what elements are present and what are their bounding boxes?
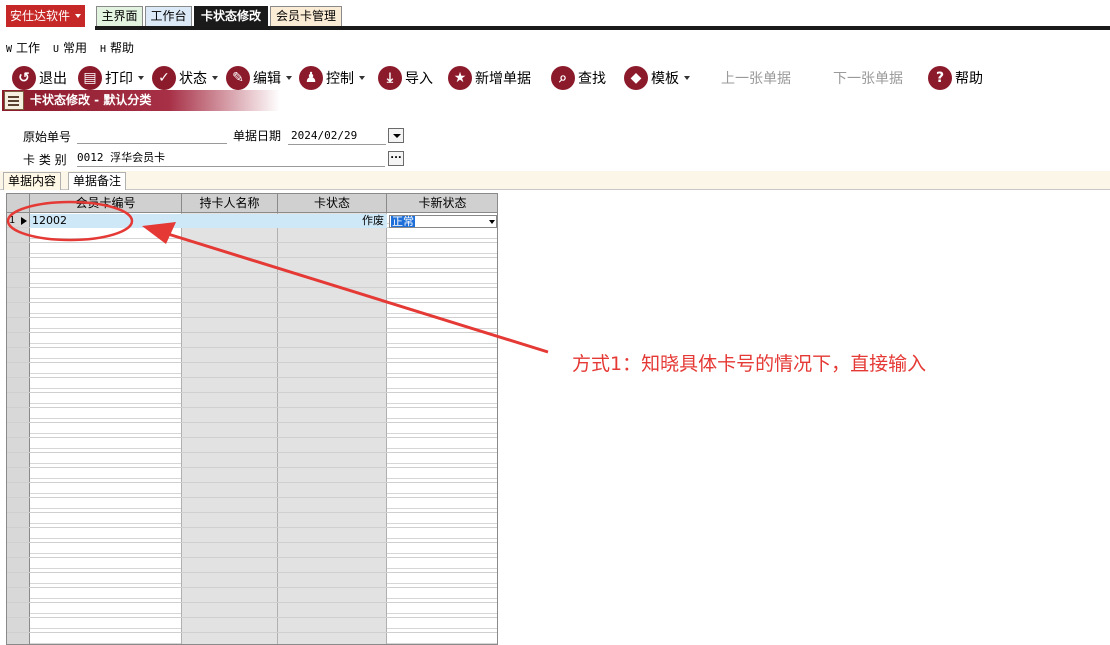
pencil-icon: ✎ (226, 66, 250, 90)
menu-item-label: 常用 (63, 41, 88, 55)
tab-label: 单据备注 (73, 174, 122, 188)
tab-member-card-management[interactable]: 会员卡管理 (270, 6, 342, 27)
tab-workbench[interactable]: 工作台 (145, 6, 192, 27)
tab-label: 工作台 (150, 9, 187, 23)
header-card-no[interactable]: 会员卡编号 (30, 194, 182, 213)
search-icon: ⌕ (551, 66, 575, 90)
star-icon: ★ (448, 66, 472, 90)
row-gridlines (7, 213, 497, 644)
header-new-status[interactable]: 卡新状态 (387, 194, 497, 213)
menu-shortcut-key: U (53, 44, 60, 55)
exit-icon: ↺ (12, 66, 36, 90)
print-label: 打印 (105, 71, 133, 87)
sub-tab-bar: 单据内容 单据备注 (0, 171, 1110, 190)
find-label: 查找 (578, 71, 606, 87)
brand-label: 安仕达软件 (10, 9, 71, 23)
import-icon: ⤓ (378, 66, 402, 90)
brand-menu[interactable]: 安仕达软件 (6, 5, 85, 27)
exit-button[interactable]: ↺ 退出 (12, 64, 67, 92)
menu-shortcut-key: H (100, 44, 107, 55)
new-document-label: 新增单据 (475, 71, 531, 87)
edit-label: 编辑 (253, 71, 281, 87)
page-title: 卡状态修改 - 默认分类 (30, 93, 152, 107)
status-button[interactable]: ✓ 状态 (152, 64, 218, 92)
annotation-text: 方式1：知晓具体卡号的情况下，直接输入 (572, 353, 927, 375)
tab-card-status-edit[interactable]: 卡状态修改 (194, 6, 268, 27)
exit-label: 退出 (39, 71, 67, 87)
eraser-icon: ◆ (624, 66, 648, 90)
tab-label: 主界面 (101, 9, 138, 23)
tab-main[interactable]: 主界面 (96, 6, 143, 27)
menu-item-common[interactable]: U 常用 (53, 39, 87, 56)
row-number: 1 (9, 215, 16, 226)
document-date-label: 单据日期 (233, 129, 282, 143)
edit-button[interactable]: ✎ 编辑 (226, 64, 292, 92)
cell-card-no[interactable]: 12002 (32, 214, 182, 228)
help-label: 帮助 (955, 71, 983, 87)
status-label: 状态 (179, 71, 207, 87)
menu-item-work[interactable]: W 工作 (6, 39, 40, 56)
chevron-down-icon (286, 76, 292, 80)
cell-status: 作废 (362, 214, 384, 227)
prev-document-button[interactable]: 上一张单据 (721, 64, 791, 92)
card-type-field[interactable]: 0012 浮华会员卡 (77, 150, 385, 167)
users-icon: ♟ (299, 66, 323, 90)
chevron-down-icon (212, 76, 218, 80)
chevron-down-icon (359, 76, 365, 80)
tab-label: 卡状态修改 (200, 9, 261, 23)
row-pointer-icon (21, 217, 27, 225)
app-window: 安仕达软件 主界面 工作台 卡状态修改 会员卡管理 W 工作 U 常用 H 帮助 ↺ 退… (0, 0, 1110, 645)
next-document-button[interactable]: 下一张单据 (833, 64, 903, 92)
grid-corner (7, 194, 30, 213)
card-type-lookup-button[interactable]: ... (388, 151, 404, 166)
menu-shortcut-key: W (6, 44, 13, 55)
help-button[interactable]: ? 帮助 (928, 64, 983, 92)
question-icon: ? (928, 66, 952, 90)
header-card-status[interactable]: 卡状态 (278, 194, 387, 213)
original-number-field[interactable] (77, 128, 227, 144)
card-grid: 会员卡编号 持卡人名称 卡状态 卡新状态 1 12002 作废 正常 (6, 193, 498, 645)
new-status-value: 正常 (391, 215, 415, 228)
chevron-down-icon (75, 14, 81, 18)
check-icon: ✓ (152, 66, 176, 90)
grid-header: 会员卡编号 持卡人名称 卡状态 卡新状态 (7, 194, 497, 213)
cell-holder[interactable] (184, 214, 278, 228)
header-holder-name[interactable]: 持卡人名称 (182, 194, 278, 213)
next-document-label: 下一张单据 (833, 71, 903, 87)
menu-bar: W 工作 U 常用 H 帮助 (0, 38, 1110, 56)
document-icon (4, 91, 24, 110)
tab-document-remarks[interactable]: 单据备注 (68, 172, 127, 190)
control-button[interactable]: ♟ 控制 (299, 64, 365, 92)
chevron-down-icon[interactable] (489, 220, 495, 224)
tab-label: 会员卡管理 (275, 9, 336, 23)
prev-document-label: 上一张单据 (721, 71, 791, 87)
tab-document-content[interactable]: 单据内容 (3, 172, 62, 190)
menu-item-help[interactable]: H 帮助 (100, 39, 134, 56)
original-number-label: 原始单号 (23, 130, 72, 144)
template-button[interactable]: ◆ 模板 (624, 64, 690, 92)
control-label: 控制 (326, 71, 354, 87)
menu-item-label: 工作 (16, 41, 41, 55)
import-button[interactable]: ⤓ 导入 (378, 64, 433, 92)
new-document-button[interactable]: ★ 新增单据 (448, 64, 531, 92)
document-date-field[interactable]: 2024/02/29 (288, 128, 386, 145)
print-button[interactable]: ▤ 打印 (78, 64, 144, 92)
menu-item-label: 帮助 (110, 41, 135, 55)
document-title-bar: 卡状态修改 - 默认分类 (2, 90, 280, 111)
printer-icon: ▤ (78, 66, 102, 90)
import-label: 导入 (405, 71, 433, 87)
tab-label: 单据内容 (8, 174, 57, 188)
date-dropdown-button[interactable] (388, 128, 404, 143)
template-label: 模板 (651, 71, 679, 87)
tab-bar-rule (95, 26, 1110, 30)
chevron-down-icon (684, 76, 690, 80)
find-button[interactable]: ⌕ 查找 (551, 64, 606, 92)
top-tab-bar: 安仕达软件 主界面 工作台 卡状态修改 会员卡管理 (0, 0, 1110, 30)
card-type-label: 卡 类 别 (23, 153, 67, 167)
cell-new-status-select[interactable]: 正常 (389, 215, 497, 228)
chevron-down-icon (138, 76, 144, 80)
